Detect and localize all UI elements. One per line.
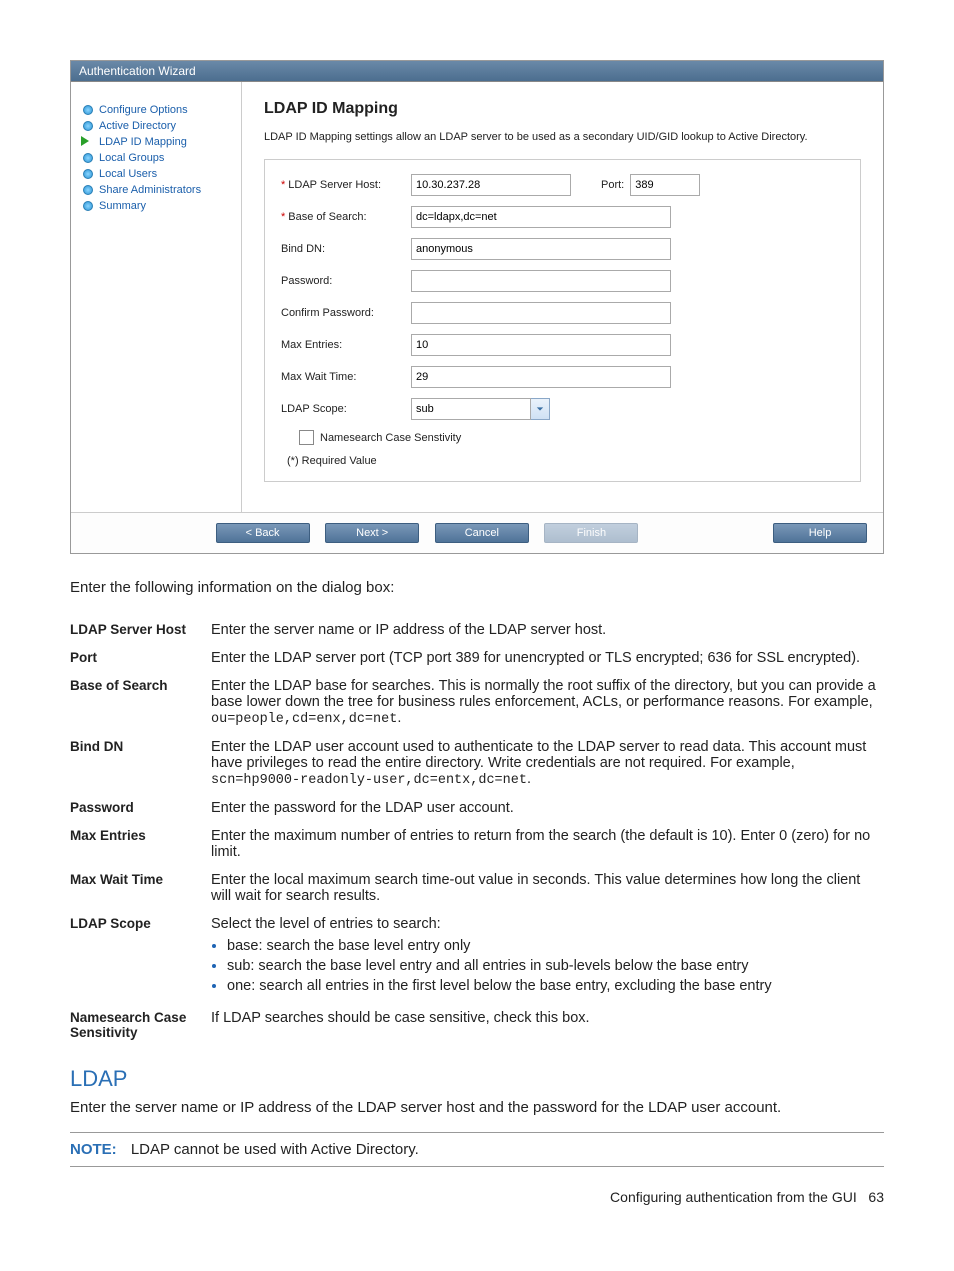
page-footer: Configuring authentication from the GUI … [70,1189,884,1205]
confirm-password-input[interactable] [411,302,671,324]
wizard-nav: Configure Options Active Directory LDAP ID… [71,82,242,512]
scope-list-item: sub: search the base level entry and all… [227,958,878,974]
ldap-section-heading: LDAP [70,1066,884,1092]
definition-row: PortEnter the LDAP server port (TCP port… [70,644,884,672]
footer-page-number: 63 [868,1189,884,1205]
definition-row: Namesearch Case SensitivityIf LDAP searc… [70,1004,884,1046]
footer-text: Configuring authentication from the GUI [610,1189,857,1205]
max-wait-label: Max Wait Time: [281,371,411,383]
bullet-icon [83,121,93,131]
nav-item-local-users[interactable]: Local Users [83,166,233,182]
definition-desc: Enter the LDAP server port (TCP port 389… [211,644,884,672]
definition-row: Max Wait TimeEnter the local maximum sea… [70,866,884,910]
definition-term: Password [70,794,211,822]
max-entries-input[interactable] [411,334,671,356]
namesearch-case-label: Namesearch Case Senstivity [320,432,461,444]
cancel-button[interactable]: Cancel [435,523,529,543]
code-sample: ou=people,cd=enx,dc=net [211,712,397,727]
nav-item-label: Local Groups [99,152,164,164]
nav-item-label: LDAP ID Mapping [99,136,187,148]
help-button[interactable]: Help [773,523,867,543]
definition-term: Max Entries [70,822,211,866]
ldap-scope-dropdown-button[interactable] [531,398,550,420]
namesearch-case-checkbox[interactable] [299,430,314,445]
definition-term: LDAP Server Host [70,616,211,644]
wizard-description: LDAP ID Mapping settings allow an LDAP s… [264,130,861,145]
code-sample: scn=hp9000-readonly-user,dc=entx,dc=net [211,773,527,788]
definition-row: Bind DNEnter the LDAP user account used … [70,733,884,794]
intro-text: Enter the following information on the d… [70,579,884,596]
bind-dn-label: Bind DN: [281,243,411,255]
definition-term: Namesearch Case Sensitivity [70,1004,211,1046]
wizard-titlebar: Authentication Wizard [71,61,883,82]
scope-list-item: base: search the base level entry only [227,938,878,954]
max-entries-label: Max Entries: [281,339,411,351]
definition-desc: Enter the LDAP user account used to auth… [211,733,884,794]
nav-item-label: Configure Options [99,104,188,116]
definition-term: Bind DN [70,733,211,794]
bullet-icon [83,105,93,115]
nav-item-label: Share Administrators [99,184,201,196]
scope-list: base: search the base level entry only su… [227,938,878,994]
note-body: LDAP cannot be used with Active Director… [131,1141,419,1158]
definitions-table: LDAP Server HostEnter the server name or… [70,616,884,1046]
confirm-password-label: Confirm Password: [281,307,411,319]
port-label: Port: [601,179,624,191]
ldap-server-host-label: LDAP Server Host: [288,179,381,191]
definition-row: Base of SearchEnter the LDAP base for se… [70,672,884,733]
bullet-icon [83,201,93,211]
nav-item-local-groups[interactable]: Local Groups [83,150,233,166]
nav-item-configure-options[interactable]: Configure Options [83,102,233,118]
nav-item-summary[interactable]: Summary [83,198,233,214]
ldap-section-body: Enter the server name or IP address of t… [70,1098,884,1118]
base-of-search-label: Base of Search: [288,211,366,223]
required-value-note: (*) Required Value [287,455,844,467]
bind-dn-input[interactable] [411,238,671,260]
nav-item-share-administrators[interactable]: Share Administrators [83,182,233,198]
definition-row: PasswordEnter the password for the LDAP … [70,794,884,822]
definition-desc: Enter the maximum number of entries to r… [211,822,884,866]
wizard-footer: < Back Next > Cancel Finish Help [71,512,883,553]
chevron-down-icon [536,405,544,413]
nav-item-active-directory[interactable]: Active Directory [83,118,233,134]
definition-row: LDAP ScopeSelect the level of entries to… [70,910,884,1004]
definition-row: LDAP Server HostEnter the server name or… [70,616,884,644]
finish-button: Finish [544,523,638,543]
nav-item-label: Active Directory [99,120,176,132]
bullet-icon [83,185,93,195]
bullet-icon [83,169,93,179]
port-input[interactable] [630,174,700,196]
definition-term: Port [70,644,211,672]
definition-row: Max EntriesEnter the maximum number of e… [70,822,884,866]
password-input[interactable] [411,270,671,292]
max-wait-input[interactable] [411,366,671,388]
definition-desc: Select the level of entries to search:ba… [211,910,884,1004]
next-button[interactable]: Next > [325,523,419,543]
nav-item-ldap-id-mapping[interactable]: LDAP ID Mapping [83,134,233,150]
ldap-scope-label: LDAP Scope: [281,403,411,415]
back-button[interactable]: < Back [216,523,310,543]
definition-desc: Enter the server name or IP address of t… [211,616,884,644]
nav-item-label: Summary [99,200,146,212]
ldap-scope-select[interactable] [411,398,531,420]
authentication-wizard-dialog: Authentication Wizard Configure Options A… [70,60,884,554]
password-label: Password: [281,275,411,287]
nav-item-label: Local Users [99,168,157,180]
scope-list-item: one: search all entries in the first lev… [227,978,878,994]
definition-desc: If LDAP searches should be case sensitiv… [211,1004,884,1046]
base-of-search-input[interactable] [411,206,671,228]
definition-term: LDAP Scope [70,910,211,1004]
bullet-icon [83,153,93,163]
definition-desc: Enter the local maximum search time-out … [211,866,884,910]
definition-desc: Enter the password for the LDAP user acc… [211,794,884,822]
note-label: NOTE: [70,1141,117,1158]
ldap-server-host-input[interactable] [411,174,571,196]
arrow-right-icon [81,136,89,146]
definition-term: Base of Search [70,672,211,733]
wizard-heading: LDAP ID Mapping [264,100,861,118]
ldap-form-panel: *LDAP Server Host: Port: *Base of Search… [264,159,861,482]
definition-desc: Enter the LDAP base for searches. This i… [211,672,884,733]
definition-term: Max Wait Time [70,866,211,910]
note-block: NOTE: LDAP cannot be used with Active Di… [70,1132,884,1167]
